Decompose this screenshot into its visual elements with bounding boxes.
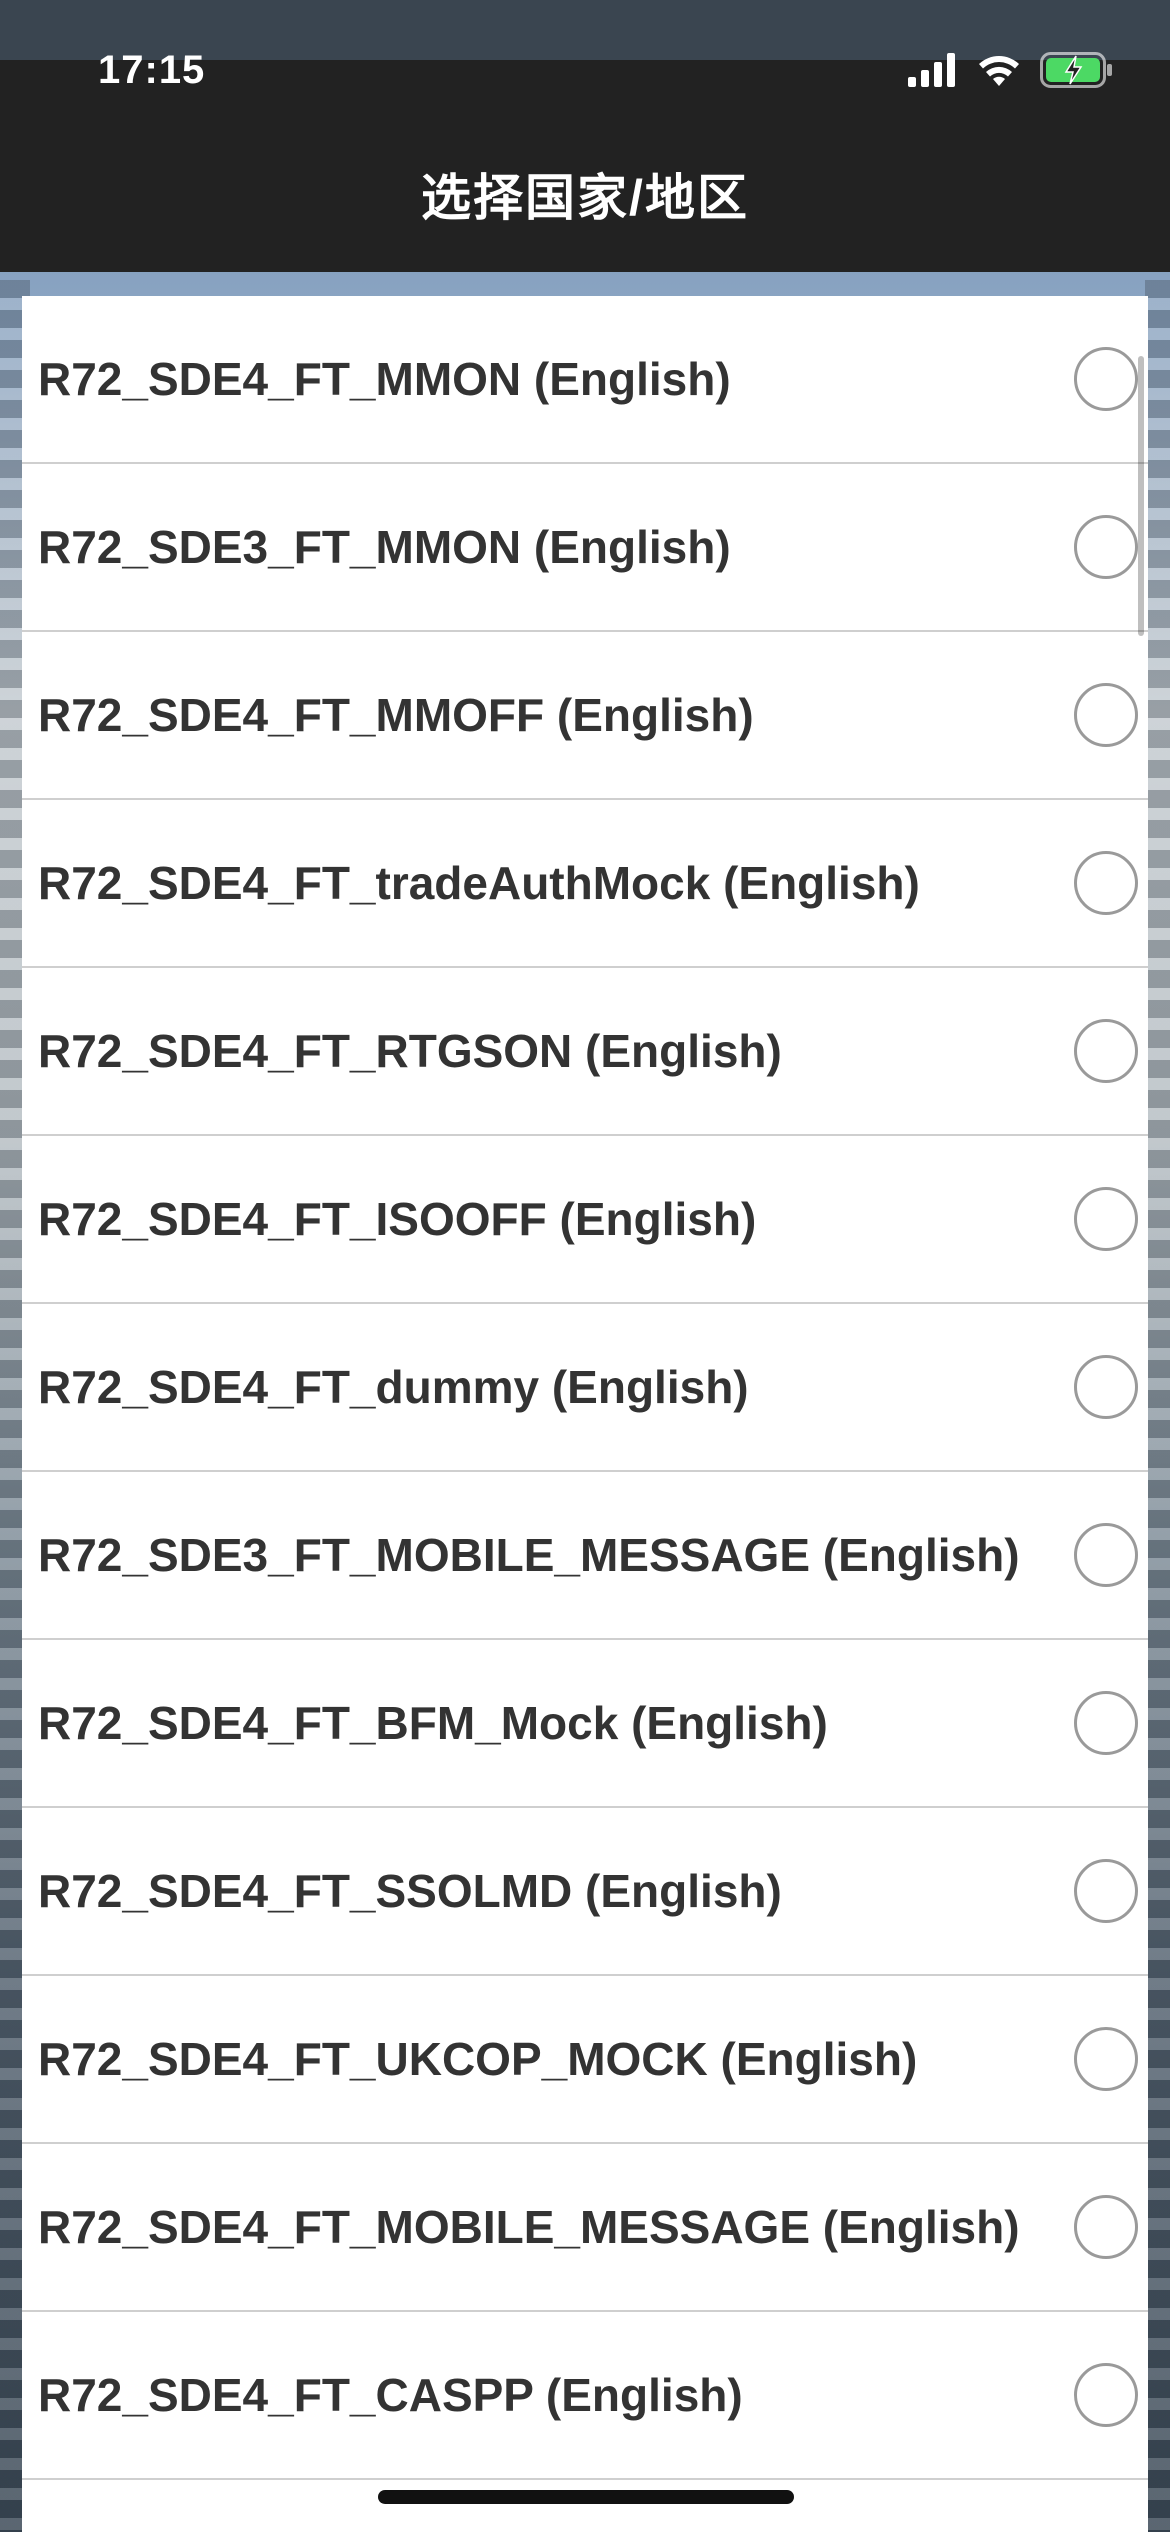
list-item[interactable]: R72_SDE3_FT_MMON (English) [22,464,1148,632]
radio-button[interactable] [1074,1019,1138,1083]
wifi-icon [976,53,1022,92]
list-item[interactable]: R72_SDE4_FT_CASPP (English) [22,2312,1148,2480]
list-item-label: R72_SDE3_FT_MOBILE_MESSAGE (English) [38,1529,1020,1581]
home-indicator[interactable] [378,2490,794,2504]
status-time: 17:15 [98,48,206,92]
list-item[interactable]: R72_SDE4_FT_ISOOFF (English) [22,1136,1148,1304]
nav-bar: 选择国家/地区 [0,140,1170,272]
radio-button[interactable] [1074,1859,1138,1923]
radio-button[interactable] [1074,1355,1138,1419]
list-item[interactable]: R72_SDE4_FT_MMOFF (English) [22,632,1148,800]
radio-button[interactable] [1074,2195,1138,2259]
radio-button[interactable] [1074,1523,1138,1587]
list-item-label: R72_SDE4_FT_SSOLMD (English) [38,1865,782,1917]
list-item-label: R72_SDE4_FT_MOBILE_MESSAGE (English) [38,2201,1020,2253]
page-title: 选择国家/地区 [421,170,749,226]
list-item-label: R72_SDE4_FT_tradeAuthMock (English) [38,857,920,909]
battery-charging-icon [1040,52,1114,93]
radio-button[interactable] [1074,683,1138,747]
list-item[interactable]: R72_SDE4_FT_UKCOP_MOCK (English) [22,1976,1148,2144]
list-item[interactable]: R72_SDE3_FT_MOBILE_MESSAGE (English) [22,1472,1148,1640]
list-item-label: R72_SDE4_FT_MMOFF (English) [38,689,754,741]
list-item-label: R72_SDE4_FT_dummy (English) [38,1361,749,1413]
cellular-signal-icon [908,53,958,92]
list-item[interactable]: R72_SDE4_FT_RTGSON (English) [22,968,1148,1136]
list-item-label: R72_SDE3_FT_MMON (English) [38,521,731,573]
list-item-label: R72_SDE4_FT_CASPP (English) [38,2369,743,2421]
list-item[interactable]: R72_SDE4_FT_dummy (English) [22,1304,1148,1472]
list-item-label: R72_SDE4_FT_UKCOP_MOCK (English) [38,2033,918,2085]
status-bar: 17:15 [0,50,1170,150]
radio-button[interactable] [1074,347,1138,411]
scrollbar[interactable] [1138,356,1144,636]
radio-button[interactable] [1074,1187,1138,1251]
status-icons [908,52,1114,93]
list-item-label: R72_SDE4_FT_BFM_Mock (English) [38,1697,828,1749]
radio-button[interactable] [1074,515,1138,579]
country-list: R72_SDE4_FT_MMON (English) R72_SDE3_FT_M… [22,296,1148,2480]
list-item-label: R72_SDE4_FT_MMON (English) [38,353,731,405]
list-item-label: R72_SDE4_FT_ISOOFF (English) [38,1193,757,1245]
list-item[interactable]: R72_SDE4_FT_tradeAuthMock (English) [22,800,1148,968]
list-item[interactable]: R72_SDE4_FT_MOBILE_MESSAGE (English) [22,2144,1148,2312]
radio-button[interactable] [1074,1691,1138,1755]
list-item[interactable]: R72_SDE4_FT_MMON (English) [22,296,1148,464]
list-item-label: R72_SDE4_FT_RTGSON (English) [38,1025,782,1077]
background-cityscape-right [1145,280,1170,2532]
list-item[interactable]: R72_SDE4_FT_BFM_Mock (English) [22,1640,1148,1808]
country-list-panel[interactable]: R72_SDE4_FT_MMON (English) R72_SDE3_FT_M… [22,296,1148,2532]
radio-button[interactable] [1074,2027,1138,2091]
radio-button[interactable] [1074,851,1138,915]
list-item[interactable]: R72_SDE4_FT_SSOLMD (English) [22,1808,1148,1976]
radio-button[interactable] [1074,2363,1138,2427]
